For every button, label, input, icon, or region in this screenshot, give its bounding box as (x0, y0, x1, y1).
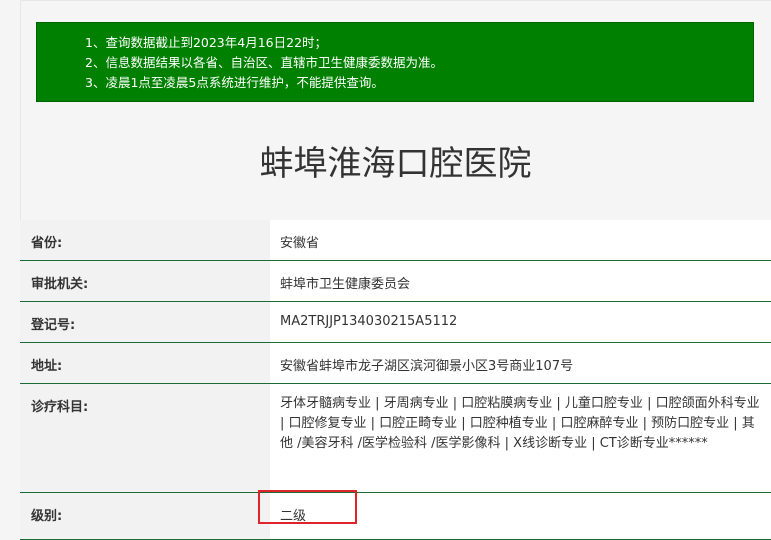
table-row-authority: 审批机关: 蚌埠市卫生健康委员会 (20, 261, 771, 302)
province-value: 安徽省 (270, 220, 771, 260)
province-label: 省份: (20, 220, 270, 260)
notice-line-1: 1、查询数据截止到2023年4月16日22时； (85, 35, 328, 50)
registration-value: MA2TRJJP134030215A5112 (270, 302, 771, 342)
table-row-level: 级别: 二级 (20, 493, 771, 540)
authority-value: 蚌埠市卫生健康委员会 (270, 261, 771, 301)
departments-value: 牙体牙髓病专业 | 牙周病专业 | 口腔粘膜病专业 | 儿童口腔专业 | 口腔颌… (270, 384, 771, 492)
table-row-departments: 诊疗科目: 牙体牙髓病专业 | 牙周病专业 | 口腔粘膜病专业 | 儿童口腔专业… (20, 384, 771, 493)
table-row-address: 地址: 安徽省蚌埠市龙子湖区滨河御景小区3号商业107号 (20, 343, 771, 384)
registration-label: 登记号: (20, 302, 270, 342)
table-row-province: 省份: 安徽省 (20, 220, 771, 261)
notice-banner: 1、查询数据截止到2023年4月16日22时； 2、信息数据结果以各省、自治区、… (36, 22, 754, 102)
table-row-registration: 登记号: MA2TRJJP134030215A5112 (20, 302, 771, 343)
hospital-name-title: 蚌埠淮海口腔医院 (259, 144, 532, 184)
departments-label: 诊疗科目: (20, 384, 270, 492)
address-label: 地址: (20, 343, 270, 383)
hospital-info-table: 省份: 安徽省 审批机关: 蚌埠市卫生健康委员会 登记号: MA2TRJJP13… (20, 220, 771, 540)
notice-line-2: 2、信息数据结果以各省、自治区、直辖市卫生健康委数据为准。 (85, 55, 443, 70)
authority-label: 审批机关: (20, 261, 270, 301)
level-value: 二级 (270, 493, 771, 539)
level-label: 级别: (20, 493, 270, 539)
notice-line-3: 3、凌晨1点至凌晨5点系统进行维护，不能提供查询。 (85, 75, 384, 90)
address-value: 安徽省蚌埠市龙子湖区滨河御景小区3号商业107号 (270, 343, 771, 383)
